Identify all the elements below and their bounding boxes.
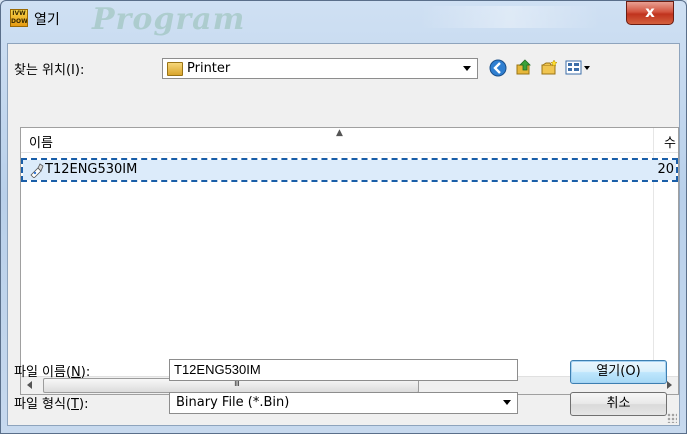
filename-field[interactable]	[169, 359, 518, 381]
title-watermark: Program	[92, 2, 246, 37]
resize-grip-icon[interactable]	[667, 413, 677, 423]
filename-label-key: N	[71, 365, 81, 380]
chevron-down-icon	[503, 400, 511, 405]
sort-ascending-icon: ▲	[336, 128, 343, 138]
filename-label-prefix: 파일 이름(	[14, 365, 72, 380]
lookin-value: Printer	[187, 61, 231, 76]
filename-label: 파일 이름(N):	[14, 361, 90, 380]
filetype-label-suffix: ):	[79, 397, 89, 412]
column-header-name[interactable]: 이름	[29, 132, 53, 151]
cancel-button[interactable]: 취소	[570, 392, 667, 416]
title-bar: Program IVW DOWN 열기 x	[0, 0, 687, 37]
dialog-client-area: 찾는 위치(I): Printer 이름 ▲ 수 T12ENG530IM 20 …	[7, 43, 680, 426]
open-button[interactable]: 열기(O)	[570, 360, 667, 384]
chevron-down-icon	[463, 66, 471, 71]
column-header: 이름 ▲ 수	[21, 128, 678, 153]
filetype-value: Binary File (*.Bin)	[176, 395, 290, 410]
file-list[interactable]: 이름 ▲ 수 T12ENG530IM 20 III	[20, 127, 679, 395]
filetype-label: 파일 형식(T):	[14, 393, 88, 412]
up-folder-icon[interactable]	[515, 58, 533, 76]
lookin-label: 찾는 위치(I):	[14, 63, 85, 78]
close-button[interactable]: x	[626, 1, 674, 25]
column-header-size[interactable]: 수	[664, 132, 676, 151]
back-icon[interactable]	[489, 59, 507, 77]
scroll-right-icon[interactable]	[667, 381, 672, 389]
filename-label-suffix: ):	[80, 365, 91, 380]
title-blur-decoration	[420, 6, 600, 28]
new-folder-icon[interactable]	[540, 58, 558, 76]
list-item-name: T12ENG530IM	[45, 162, 138, 177]
scroll-left-icon[interactable]	[27, 381, 32, 389]
app-icon: IVW DOWN	[10, 9, 28, 27]
window-title: 열기	[34, 12, 60, 28]
filetype-label-key: T	[71, 397, 79, 412]
folder-icon	[167, 62, 183, 76]
list-item[interactable]: T12ENG530IM 20	[21, 158, 678, 182]
filename-input[interactable]	[174, 362, 504, 377]
lookin-dropdown[interactable]: Printer	[162, 58, 478, 79]
filetype-label-prefix: 파일 형식(	[14, 397, 72, 412]
list-item-size: 20	[657, 162, 674, 177]
filetype-dropdown[interactable]: Binary File (*.Bin)	[169, 392, 518, 414]
view-menu-icon[interactable]	[565, 59, 591, 77]
file-icon	[30, 163, 44, 178]
